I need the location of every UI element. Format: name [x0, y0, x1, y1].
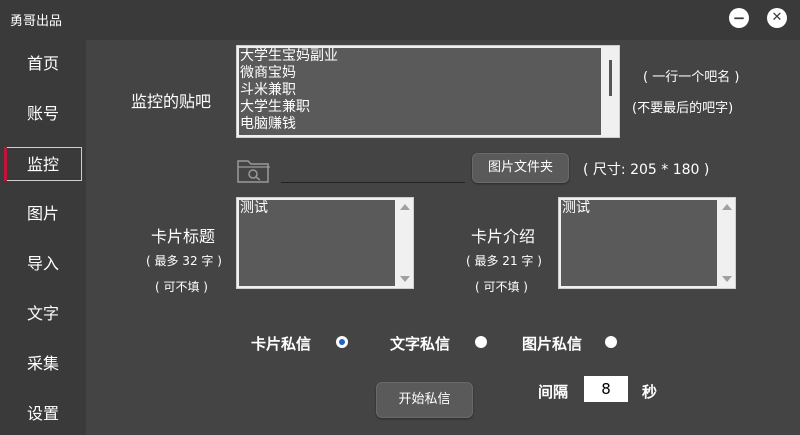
hint-no-suffix: (不要最后的吧字) — [632, 101, 734, 116]
radio-text-message-label[interactable]: 文字私信 — [390, 333, 450, 354]
radio-card-message[interactable] — [336, 336, 348, 348]
radio-card-message-label[interactable]: 卡片私信 — [251, 333, 311, 354]
radio-image-message-label[interactable]: 图片私信 — [522, 333, 582, 354]
monitor-label: 监控的贴吧 — [131, 92, 212, 111]
card-intro-scrollbar[interactable] — [718, 198, 735, 288]
image-size-hint: ( 尺寸: 205 * 180 ) — [583, 162, 710, 178]
start-messaging-button[interactable]: 开始私信 — [376, 382, 473, 418]
path-underline — [281, 182, 465, 183]
card-title-limit: ( 最多 32 字 ) — [146, 254, 222, 268]
sidebar: 首页 账号 监控 图片 导入 文字 采集 设置 — [0, 40, 86, 435]
scroll-down-icon[interactable] — [400, 276, 410, 282]
radio-text-message[interactable] — [475, 336, 487, 348]
scroll-down-icon[interactable] — [722, 276, 732, 282]
list-item: 微商宝妈 — [240, 65, 296, 81]
monitor-scrollbar[interactable] — [602, 46, 619, 137]
interval-label: 间隔 — [538, 383, 569, 401]
sidebar-item-monitor[interactable]: 监控 — [4, 147, 82, 181]
card-title-optional: ( 可不填 ) — [155, 280, 208, 294]
sidebar-item-settings[interactable]: 设置 — [4, 397, 82, 431]
sidebar-item-account[interactable]: 账号 — [4, 97, 82, 131]
card-title-textarea[interactable]: 测试 — [236, 197, 414, 289]
interval-input[interactable] — [584, 376, 628, 402]
card-intro-limit: ( 最多 21 字 ) — [466, 254, 542, 268]
app-title: 勇哥出品 — [10, 14, 63, 29]
scroll-up-icon[interactable] — [722, 204, 732, 210]
monitor-bars-textarea[interactable]: 大学生宝妈副业 微商宝妈 斗米兼职 大学生兼职 电脑赚钱 — [236, 45, 620, 138]
sidebar-item-text[interactable]: 文字 — [4, 297, 82, 331]
monitor-bars-content[interactable]: 大学生宝妈副业 微商宝妈 斗米兼职 大学生兼职 电脑赚钱 — [239, 48, 601, 135]
card-title-content[interactable]: 测试 — [239, 200, 395, 286]
scroll-up-icon[interactable] — [400, 204, 410, 210]
sidebar-item-home[interactable]: 首页 — [4, 47, 82, 81]
title-bar: 勇哥出品 − ✕ — [0, 0, 800, 40]
sidebar-item-collect[interactable]: 采集 — [4, 347, 82, 381]
scrollbar-thumb[interactable] — [609, 60, 612, 96]
interval-unit: 秒 — [642, 383, 658, 401]
card-intro-textarea[interactable]: 测试 — [558, 197, 736, 289]
close-button[interactable]: ✕ — [767, 8, 787, 28]
list-item: 大学生宝妈副业 — [240, 48, 338, 64]
image-folder-button[interactable]: 图片文件夹 — [472, 153, 569, 183]
radio-image-message[interactable] — [605, 336, 617, 348]
list-item: 大学生兼职 — [240, 99, 310, 115]
card-title-value: 测试 — [240, 200, 268, 216]
list-item: 电脑赚钱 — [240, 116, 296, 132]
hint-one-per-line: ( 一行一个吧名 ) — [643, 70, 740, 85]
card-intro-label: 卡片介绍 — [471, 227, 536, 246]
minimize-button[interactable]: − — [729, 8, 749, 28]
card-title-scrollbar[interactable] — [396, 198, 413, 288]
card-intro-value: 测试 — [562, 200, 590, 216]
folder-search-icon[interactable] — [236, 155, 272, 185]
list-item: 斗米兼职 — [240, 82, 296, 98]
card-title-label: 卡片标题 — [151, 227, 216, 246]
card-intro-optional: ( 可不填 ) — [475, 280, 528, 294]
sidebar-item-images[interactable]: 图片 — [4, 197, 82, 231]
image-folder-path-input[interactable] — [281, 160, 469, 184]
card-intro-content[interactable]: 测试 — [561, 200, 717, 286]
sidebar-item-import[interactable]: 导入 — [4, 247, 82, 281]
